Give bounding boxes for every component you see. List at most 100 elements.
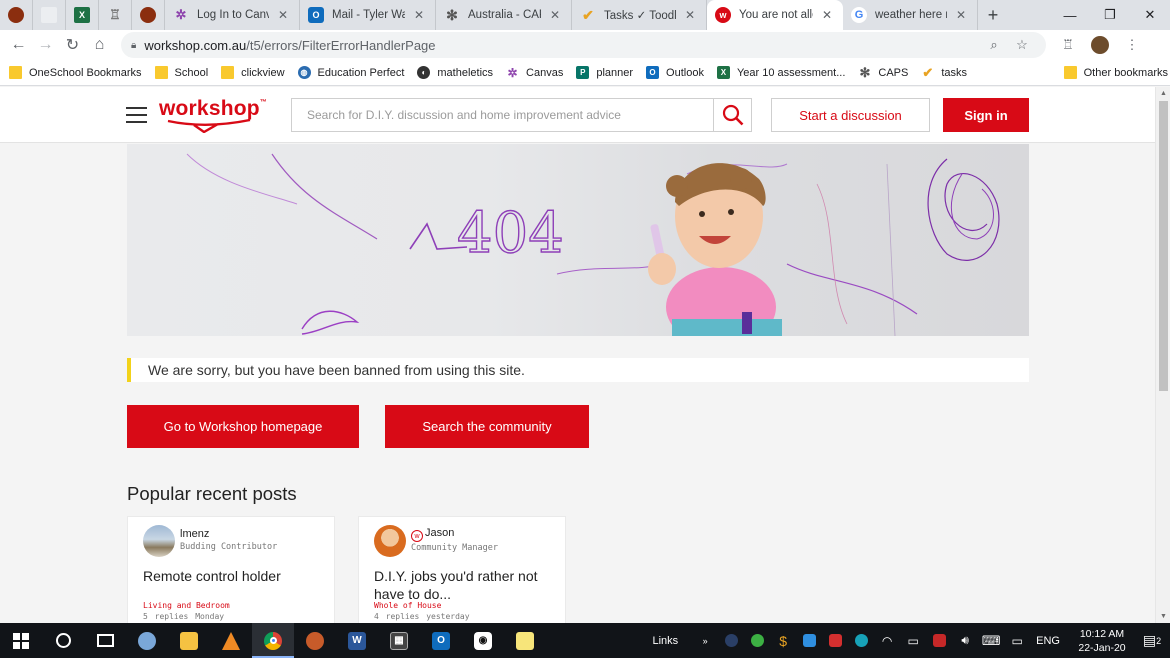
forward-icon[interactable]: →	[32, 32, 59, 58]
tray-teal-icon[interactable]	[848, 623, 874, 658]
post-card[interactable]: lmenz Budding Contributor Remote control…	[127, 516, 335, 623]
outlook-icon[interactable]: O	[420, 623, 462, 658]
menu-kebab-icon[interactable]: ⋮	[1116, 37, 1148, 53]
tab-mail[interactable]: O Mail - Tyler Wallis ✕	[300, 0, 436, 30]
post-card[interactable]: w Jason Community Manager D.I.Y. jobs you…	[358, 516, 566, 623]
calculator-icon[interactable]: ▦	[378, 623, 420, 658]
start-discussion-button[interactable]: Start a discussion	[771, 98, 930, 132]
file-explorer-icon[interactable]	[168, 623, 210, 658]
bookmark-caps[interactable]: ✻ CAPS	[858, 65, 908, 80]
sticky-notes-icon[interactable]	[504, 623, 546, 658]
close-window-icon[interactable]: ✕	[1130, 0, 1170, 30]
bookmark-planner[interactable]: Pplanner	[576, 66, 633, 79]
address-bar[interactable]: 🔒︎ workshop.com.au/t5/errors/FilterError…	[121, 32, 1046, 58]
workshop-logo[interactable]: workshop™	[159, 97, 267, 121]
keyboard-icon[interactable]: ⌨	[978, 623, 1004, 658]
scrollbar-thumb[interactable]	[1159, 101, 1168, 391]
language-indicator[interactable]: ENG	[1036, 635, 1060, 647]
close-icon[interactable]: ✕	[547, 8, 563, 22]
scroll-down-icon[interactable]: ▼	[1156, 613, 1170, 620]
post-author[interactable]: lmenz	[180, 528, 277, 541]
bookmark-matheletics[interactable]: ◐ matheletics	[417, 66, 493, 79]
minimize-icon[interactable]: —	[1050, 0, 1090, 30]
home-icon[interactable]: ⌂	[86, 32, 113, 58]
tab-caps[interactable]: ✻ Australia - CAP 2020 ✕	[436, 0, 572, 30]
avatar[interactable]	[143, 525, 175, 557]
avatar[interactable]	[374, 525, 406, 557]
restore-icon[interactable]: ❐	[1090, 0, 1130, 30]
tray-shield-icon[interactable]	[926, 623, 952, 658]
bookmark-label: Education Perfect	[317, 66, 405, 79]
pinned-tab-3[interactable]: X	[66, 0, 99, 30]
sign-in-button[interactable]: Sign in	[943, 98, 1029, 132]
tray-app-icon[interactable]	[718, 623, 744, 658]
bookmark-education-perfect[interactable]: ◍ Education Perfect	[297, 66, 405, 79]
scroll-up-icon[interactable]: ▲	[1156, 90, 1170, 97]
tray-dollar-icon[interactable]: $	[770, 623, 796, 658]
bookmark-school[interactable]: School	[154, 66, 208, 79]
bookmark-clickview[interactable]: clickview	[221, 66, 285, 79]
new-tab-button[interactable]: +	[978, 0, 1008, 30]
post-title[interactable]: D.I.Y. jobs you'd rather not have to do.…	[374, 567, 550, 603]
pinned-tab-5[interactable]	[132, 0, 165, 30]
close-icon[interactable]: ✕	[819, 8, 835, 22]
bookmark-year10[interactable]: X Year 10 assessment...	[716, 66, 845, 79]
start-button[interactable]	[0, 623, 42, 658]
tab-canvas-login[interactable]: ✲ Log In to Canvas ✕	[165, 0, 300, 30]
lock-icon[interactable]: 🔒︎	[131, 40, 136, 51]
close-icon[interactable]: ✕	[411, 8, 427, 22]
search-circle-icon[interactable]	[42, 623, 84, 658]
post-category[interactable]: Living and Bedroom	[143, 601, 230, 610]
back-icon[interactable]: ←	[5, 32, 32, 58]
pinned-tab-2[interactable]	[33, 0, 66, 30]
close-icon[interactable]: ✕	[682, 8, 698, 22]
app-icon[interactable]	[294, 623, 336, 658]
page-scrollbar[interactable]: ▲ ▼	[1155, 87, 1170, 623]
search-button[interactable]	[713, 99, 751, 131]
notification-count: 2	[1156, 635, 1162, 646]
bookmark-tasks[interactable]: ✔ tasks	[921, 65, 967, 80]
tab-weather[interactable]: G weather here now ✕	[843, 0, 978, 30]
paint-3d-icon[interactable]	[126, 623, 168, 658]
tab-workshop-active[interactable]: w You are not allowed ✕	[707, 0, 843, 30]
volume-icon[interactable]: 🔊︎	[952, 623, 978, 658]
go-to-homepage-button[interactable]: Go to Workshop homepage	[127, 405, 359, 448]
pinned-tab-4[interactable]: ♖	[99, 0, 132, 30]
tray-blue-icon[interactable]	[796, 623, 822, 658]
close-icon[interactable]: ✕	[953, 8, 969, 22]
display-icon[interactable]: ▭	[1004, 623, 1030, 658]
tray-expand-icon[interactable]: »	[692, 623, 718, 658]
folder-icon	[221, 66, 235, 79]
profile-avatar[interactable]	[1091, 36, 1109, 54]
search-community-button[interactable]: Search the community	[385, 405, 589, 448]
trophy-extension-icon[interactable]: ♖	[1052, 37, 1084, 53]
bookmark-star-icon[interactable]: ☆	[1008, 37, 1036, 53]
zoom-icon[interactable]: ⌕	[980, 37, 1008, 53]
close-icon[interactable]: ✕	[275, 8, 291, 22]
tab-toodledo[interactable]: ✔ Tasks ✓ Toodledo ✕	[572, 0, 707, 30]
other-bookmarks[interactable]: Other bookmarks	[1063, 66, 1168, 79]
bookmark-outlook[interactable]: O Outlook	[646, 66, 704, 79]
post-author[interactable]: w Jason	[411, 527, 498, 543]
bookmark-oneschool[interactable]: OneSchool Bookmarks	[9, 66, 142, 79]
camera-icon[interactable]: ◉	[462, 623, 504, 658]
links-toolbar[interactable]: Links	[652, 635, 678, 647]
reload-icon[interactable]: ↻	[59, 32, 86, 58]
post-title[interactable]: Remote control holder	[143, 567, 319, 585]
post-category[interactable]: Whole of House	[374, 601, 441, 610]
bookmark-canvas[interactable]: ✲ Canvas	[506, 66, 564, 80]
wifi-icon[interactable]: ◠	[874, 623, 900, 658]
chrome-icon[interactable]	[252, 623, 294, 658]
tray-green-icon[interactable]	[744, 623, 770, 658]
word-icon[interactable]: W	[336, 623, 378, 658]
pinned-tab-1[interactable]	[0, 0, 33, 30]
taskbar-clock[interactable]: 10:12 AM 22-Jan-20	[1070, 627, 1134, 655]
battery-icon[interactable]: ▭	[900, 623, 926, 658]
vlc-icon[interactable]	[210, 623, 252, 658]
hamburger-menu-icon[interactable]	[126, 107, 147, 123]
tray-red-icon[interactable]	[822, 623, 848, 658]
url-text[interactable]: workshop.com.au/t5/errors/FilterErrorHan…	[144, 38, 980, 53]
task-view-icon[interactable]	[84, 623, 126, 658]
site-search-input[interactable]	[292, 99, 713, 131]
notification-center-button[interactable]: ▤ 2	[1134, 623, 1170, 658]
